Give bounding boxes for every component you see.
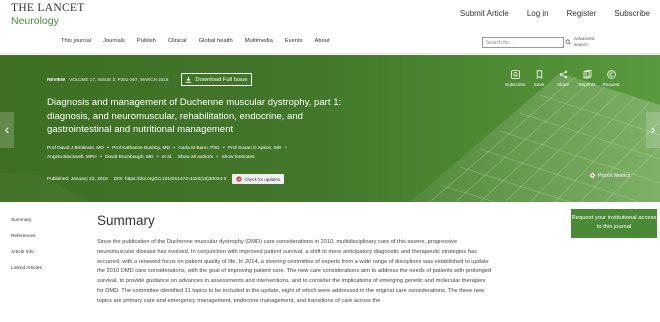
- request-access-button[interactable]: Request your institutional access to thi…: [571, 209, 657, 238]
- copyright-icon: [606, 70, 616, 79]
- share-tool[interactable]: Share: [553, 70, 573, 87]
- article-title: Diagnosis and management of Duchenne mus…: [47, 97, 342, 136]
- search-input[interactable]: Search for...: [482, 37, 564, 48]
- summary-paragraph: Since the publication of the Duchenne mu…: [97, 239, 492, 304]
- subscribe-tool[interactable]: Subscribe: [505, 70, 525, 87]
- chevron-left-icon: ‹: [4, 121, 10, 137]
- nav-journals[interactable]: Journals: [103, 38, 125, 44]
- citation-text: VOLUME 17, ISSUE 3, P251-267, MARCH 2018: [69, 77, 169, 82]
- reprints-icon: [583, 70, 591, 79]
- check-for-updates-label: Check for updates: [244, 176, 280, 182]
- nav-events[interactable]: Events: [285, 38, 303, 44]
- login-link[interactable]: Log in: [527, 9, 549, 18]
- plumx-metrics-link[interactable]: PlumX Metrics: [589, 172, 630, 179]
- author-separator: •: [216, 155, 219, 161]
- author-list: Prof David J Birnkrant, MD • Prof Kathar…: [47, 144, 347, 162]
- author-separator: •: [99, 155, 102, 161]
- tool-label: Request: [602, 82, 620, 87]
- author[interactable]: Carla M Bann, PhD: [178, 146, 219, 151]
- check-for-updates-button[interactable]: Check for updates: [232, 174, 284, 184]
- search-button[interactable]: [565, 37, 571, 48]
- et-al: et al.: [161, 155, 173, 161]
- author-separator: •: [284, 146, 287, 151]
- show-footnotes-link[interactable]: Show footnotes: [221, 155, 254, 160]
- account-links: Submit Article Log in Register Subscribe: [460, 9, 650, 18]
- bookmark-icon: [536, 70, 542, 79]
- plumx-label: PlumX Metrics: [598, 172, 631, 179]
- publication-info: Published: January 23, 2018 DOI: https:/…: [47, 174, 284, 184]
- author-separator: •: [107, 146, 109, 151]
- nav-this-journal[interactable]: This journal: [61, 38, 91, 44]
- nav-publish[interactable]: Publish: [137, 38, 156, 44]
- main-nav: This journal Journals Publish Clinical G…: [0, 32, 660, 54]
- prev-article-arrow[interactable]: ‹: [0, 112, 14, 148]
- show-all-authors-link[interactable]: Show all authors: [178, 155, 213, 160]
- share-icon: [559, 70, 567, 79]
- search-icon: [565, 39, 571, 45]
- tool-label: Reprints: [578, 82, 596, 87]
- author-separator: •: [173, 146, 175, 151]
- nav-global-health[interactable]: Global health: [199, 38, 233, 44]
- download-label: Download Full Issue: [195, 76, 248, 83]
- next-article-arrow[interactable]: ›: [646, 112, 660, 148]
- author[interactable]: Prof David J Birnkrant, MD: [47, 146, 104, 151]
- author[interactable]: Prof Katharine Bushby, MD: [112, 146, 170, 151]
- author-separator: •: [156, 155, 159, 161]
- chevron-right-icon: ›: [650, 121, 656, 137]
- register-link[interactable]: Register: [567, 9, 597, 18]
- reprints-tool[interactable]: Reprints: [577, 70, 597, 87]
- plumx-icon: [589, 172, 596, 179]
- article-hero: ‹ › REVIEW VOLUME 17, ISSUE 3, P251-267,…: [0, 55, 660, 202]
- author[interactable]: David Brumbaugh, MD: [105, 155, 154, 160]
- author-separator: •: [222, 146, 225, 151]
- nav-multimedia[interactable]: Multimedia: [245, 38, 273, 44]
- article-section-nav: Summary References Article Info Linked A…: [11, 218, 42, 282]
- journal-logo[interactable]: THE LANCET Neurology: [11, 2, 85, 27]
- section-link-article-info[interactable]: Article Info: [11, 250, 42, 255]
- advanced-search-link[interactable]: Advanced search: [574, 36, 604, 47]
- subscribe-link[interactable]: Subscribe: [614, 9, 650, 18]
- summary-heading: Summary: [97, 213, 155, 228]
- request-tool[interactable]: Request: [601, 70, 621, 87]
- section-link-references[interactable]: References: [11, 234, 42, 239]
- section-link-linked-articles[interactable]: Linked Articles: [11, 266, 42, 271]
- download-icon: [186, 76, 192, 83]
- logo-line2: Neurology: [11, 14, 59, 27]
- bell-icon: [510, 70, 520, 79]
- logo-line1: THE LANCET: [11, 2, 85, 14]
- top-bar: THE LANCET Neurology Submit Article Log …: [0, 0, 660, 32]
- section-link-summary[interactable]: Summary: [11, 218, 42, 223]
- article-meta: REVIEW VOLUME 17, ISSUE 3, P251-267, MAR…: [47, 77, 168, 82]
- nav-about[interactable]: About: [315, 38, 330, 44]
- download-issue-button[interactable]: Download Full Issue: [181, 73, 252, 86]
- doi-link[interactable]: DOI: https://doi.org/10.1016/S1474-4422(…: [114, 177, 227, 182]
- author[interactable]: Angela Blackwell, MPH: [47, 155, 97, 160]
- nav-clinical[interactable]: Clinical: [168, 38, 187, 44]
- tool-label: Subscribe: [505, 82, 526, 87]
- published-date: Published: January 23, 2018: [47, 176, 108, 182]
- author[interactable]: Prof Susan D Apkon, MD: [228, 146, 281, 151]
- crossmark-icon: [236, 176, 242, 182]
- article-tools: Subscribe Save Share Reprints Request: [505, 70, 621, 87]
- article-type: REVIEW: [47, 77, 66, 82]
- tool-label: Save: [533, 82, 545, 87]
- tool-label: Share: [556, 82, 570, 87]
- submit-article-link[interactable]: Submit Article: [460, 9, 509, 18]
- save-tool[interactable]: Save: [529, 70, 549, 87]
